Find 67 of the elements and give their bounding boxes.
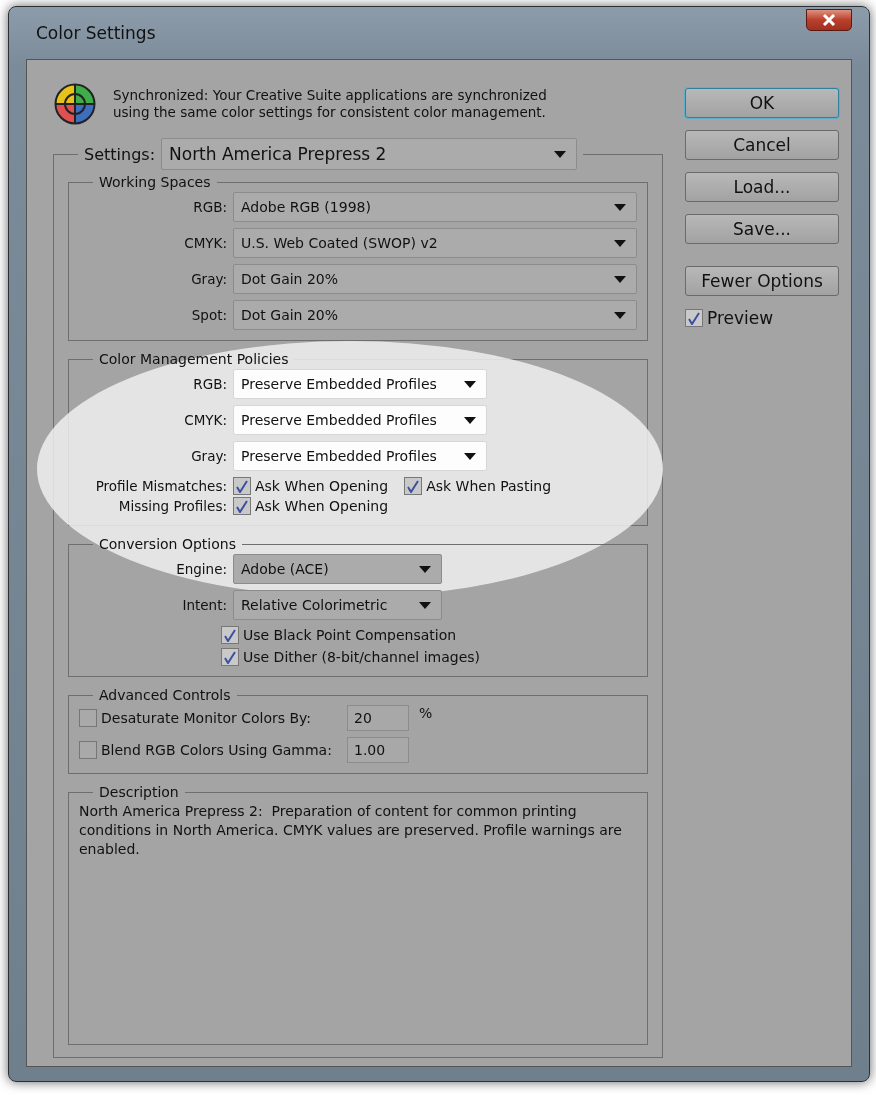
field-label: Gray: [190,448,227,464]
field-label: RGB: [192,376,227,392]
field-label: Intent: [181,597,227,613]
dialog-button[interactable]: Load... [685,172,839,202]
caret-icon [614,203,626,211]
description-text: North America Prepress 2: Preparation of content for common printing conditions in North America. CMYK values are preserved. Profile warnings are enabled. [79,802,623,859]
settings-label: Settings: [84,144,155,164]
dialog-button[interactable]: OK [685,88,839,118]
checkbox[interactable] [233,477,251,495]
dropdown[interactable]: Preserve Embedded Profiles [233,405,487,435]
color-wheel-icon [53,82,97,126]
dropdown[interactable]: Adobe RGB (1998) [233,192,637,222]
checkbox-label[interactable]: Preview [707,308,774,328]
caret-icon [419,601,431,609]
group-title: Conversion Options [98,536,237,552]
checkbox[interactable] [404,477,423,495]
field-label: Spot: [190,307,227,323]
field-label: Profile Mismatches: [94,478,227,494]
unit-label: % [419,705,433,721]
field-label: CMYK: [183,235,227,251]
group-title: Working Spaces [98,174,212,190]
field-label: Engine: [175,561,227,577]
caret-icon [419,565,431,573]
caret-icon [614,311,626,319]
window-title: Color Settings [36,23,156,43]
checkbox[interactable] [79,741,97,759]
checkbox[interactable] [221,648,239,666]
checkbox-label[interactable]: Desaturate Monitor Colors By: [101,710,312,726]
dialog-button[interactable]: Cancel [685,130,839,160]
caret-icon [464,416,476,424]
close-button[interactable] [806,9,852,31]
group-title: Advanced Controls [98,687,232,703]
checkbox-label[interactable]: Ask When Pasting [426,478,552,494]
close-icon [822,14,836,26]
checkbox-label[interactable]: Use Black Point Compensation [243,627,457,643]
group-title: Description [98,784,180,800]
dialog-button[interactable]: Fewer Options [685,266,839,296]
checkbox-label[interactable]: Ask When Opening [255,498,389,514]
field-label: Gray: [190,271,227,287]
input-field[interactable]: 20 [347,705,409,731]
checkbox-label[interactable]: Blend RGB Colors Using Gamma: [101,742,332,758]
dropdown[interactable]: Dot Gain 20% [233,300,637,330]
field-label: CMYK: [183,412,227,428]
checkbox[interactable] [233,497,251,515]
settings-dropdown[interactable]: North America Prepress 2 [161,138,577,170]
dialog-button[interactable]: Save... [685,214,839,244]
caret-icon [614,275,626,283]
group-title: Color Management Policies [98,351,290,367]
checkbox-label[interactable]: Ask When Opening [255,478,389,494]
checkbox[interactable] [685,309,703,327]
sync-message: Synchronized: Your Creative Suite applications are synchronized using the same color settings for consistent color management. [113,87,548,121]
dropdown[interactable]: Dot Gain 20% [233,264,637,294]
dropdown[interactable]: U.S. Web Coated (SWOP) v2 [233,228,637,258]
checkbox[interactable] [79,709,97,727]
dropdown[interactable]: Preserve Embedded Profiles [233,441,487,471]
checkbox-label[interactable]: Use Dither (8-bit/channel images) [243,649,481,665]
dropdown[interactable]: Relative Colorimetric [233,590,442,620]
checkbox[interactable] [221,626,239,644]
caret-icon [464,380,476,388]
field-label: RGB: [192,199,227,215]
dropdown[interactable]: Adobe (ACE) [233,554,442,584]
caret-icon [464,452,476,460]
caret-icon [614,239,626,247]
caret-icon [554,150,566,158]
field-label: Missing Profiles: [117,498,227,514]
dropdown[interactable]: Preserve Embedded Profiles [233,369,487,399]
input-field[interactable]: 1.00 [347,737,409,763]
